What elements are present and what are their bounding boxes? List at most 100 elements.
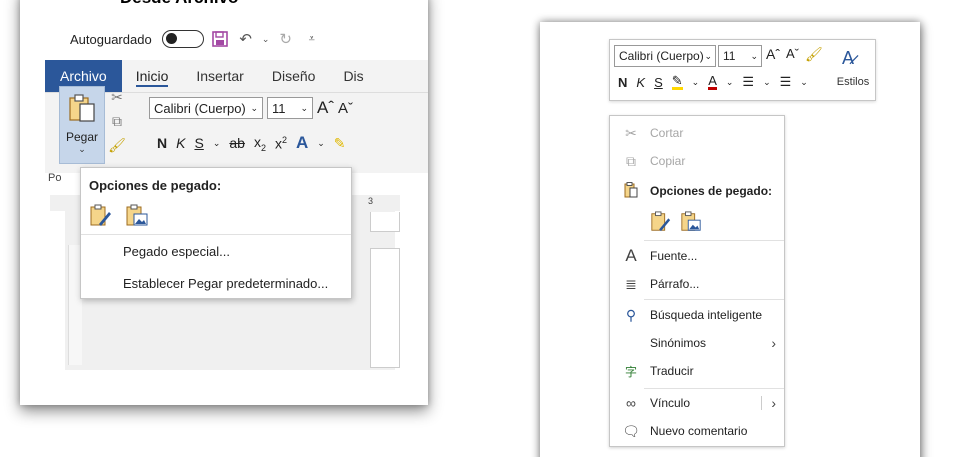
superscript-icon[interactable]: x2 xyxy=(275,135,287,152)
menu-separator xyxy=(644,240,784,241)
styles-label: Estilos xyxy=(836,76,870,88)
menu-item-cortar[interactable]: ✂ Cortar xyxy=(610,120,786,146)
chevron-down-icon[interactable]: ⌄ xyxy=(726,77,734,88)
styles-button[interactable]: A̷ Estilos xyxy=(832,46,874,98)
size-tools: Aˆ Aˇ 🖌 xyxy=(766,46,823,63)
redo-icon[interactable]: ↻ xyxy=(276,29,296,49)
shrink-font-icon[interactable]: Aˇ xyxy=(338,100,353,117)
menu-item-paste-options: Opciones de pegado: xyxy=(610,178,786,204)
tab-disposicion[interactable]: Dis xyxy=(329,60,377,92)
chevron-down-icon[interactable]: ⌄ xyxy=(800,77,808,88)
set-default-paste-item[interactable]: Establecer Pegar predeterminado... xyxy=(123,276,328,291)
chevron-down-icon: ⌄ xyxy=(78,144,86,154)
chevron-down-icon[interactable]: ⌄ xyxy=(763,77,771,88)
clipboard-icon xyxy=(622,181,640,201)
menu-item-sinonimos[interactable]: Sinónimos › xyxy=(610,330,786,356)
panel-title: Desde Archivo xyxy=(120,0,238,8)
italic-icon[interactable]: K xyxy=(636,75,645,90)
font-size-select[interactable]: 11 ⌄ xyxy=(718,45,762,67)
subscript-icon[interactable]: x2 xyxy=(254,134,266,153)
tab-insertar[interactable]: Insertar xyxy=(182,60,257,92)
toggle-knob xyxy=(165,33,177,44)
grow-font-icon[interactable]: Aˆ xyxy=(766,46,780,63)
font-icon: A xyxy=(625,246,637,265)
copy-icon[interactable]: ⧉ xyxy=(107,113,127,133)
left-screenshot-panel: Desde Archivo Autoguardado ↶ ⌄ ↻ ⩡ Archi… xyxy=(20,0,428,405)
paste-label: Pegar xyxy=(65,130,99,144)
menu-item-busqueda[interactable]: ⚲ Búsqueda inteligente xyxy=(610,302,786,328)
menu-item-fuente[interactable]: A Fuente... xyxy=(610,243,786,269)
document-page[interactable] xyxy=(370,248,400,368)
chevron-down-icon: ⌄ xyxy=(300,102,308,113)
menu-separator xyxy=(81,234,351,235)
save-icon[interactable] xyxy=(210,29,230,49)
menu-item-label: Vínculo xyxy=(650,396,691,410)
font-name-select[interactable]: Calibri (Cuerpo) ⌄ xyxy=(614,45,716,67)
customize-qat-icon[interactable]: ⩡ xyxy=(302,29,322,49)
link-icon: ∞ xyxy=(626,395,636,411)
format-painter-icon[interactable]: 🖌 xyxy=(107,137,127,157)
menu-item-label: Cortar xyxy=(650,126,684,140)
bold-icon[interactable]: N xyxy=(618,75,627,90)
shrink-font-icon[interactable]: Aˇ xyxy=(786,46,799,63)
submenu-divider xyxy=(761,396,762,410)
chevron-down-icon[interactable]: ⌄ xyxy=(692,77,700,88)
font-color-icon[interactable]: A xyxy=(708,74,717,90)
format-row: N K S ⌄ ab x2 x2 A ⌄ ✎ xyxy=(157,133,346,153)
menu-separator xyxy=(644,299,784,300)
font-size-value: 11 xyxy=(272,100,286,116)
font-name-select[interactable]: Calibri (Cuerpo) ⌄ xyxy=(149,97,263,119)
chevron-down-icon[interactable]: ⌄ xyxy=(213,138,221,149)
text-effects-icon[interactable]: A xyxy=(296,133,308,153)
page-edge xyxy=(370,212,400,232)
underline-icon[interactable]: S xyxy=(654,75,663,90)
chevron-right-icon[interactable]: › xyxy=(771,395,776,411)
highlight-icon[interactable]: ✎ xyxy=(334,135,346,152)
highlight-icon[interactable]: ✎ xyxy=(671,74,683,90)
ruler-mark: 3 xyxy=(368,196,374,206)
scissors-icon: ✂ xyxy=(625,124,637,141)
menu-item-label: Opciones de pegado: xyxy=(650,184,773,198)
tab-diseno[interactable]: Diseño xyxy=(258,60,330,92)
scissors-icon[interactable]: ✂ xyxy=(107,89,127,109)
bullets-icon[interactable]: ☰ xyxy=(742,74,754,90)
font-size-select[interactable]: 11 ⌄ xyxy=(267,97,313,119)
paste-special-item[interactable]: Pegado especial... xyxy=(123,244,230,259)
picture-paste-icon[interactable] xyxy=(125,204,149,233)
grow-font-icon[interactable]: Aˆ xyxy=(317,98,334,118)
undo-icon[interactable]: ↶ xyxy=(236,29,256,49)
strikethrough-icon[interactable]: ab xyxy=(229,135,245,151)
format-row: N K S ✎ ⌄ A ⌄ ☰ ⌄ ☰ ⌄ xyxy=(618,74,808,90)
picture-paste-icon[interactable] xyxy=(680,210,702,236)
tab-inicio[interactable]: Inicio xyxy=(122,60,183,92)
paste-options-icons xyxy=(89,204,149,233)
menu-separator xyxy=(644,388,784,389)
menu-item-parrafo[interactable]: ≣ Párrafo... xyxy=(610,271,786,297)
menu-item-label: Búsqueda inteligente xyxy=(650,308,763,322)
chevron-down-icon[interactable]: ⌄ xyxy=(317,138,325,149)
menu-item-label: Sinónimos xyxy=(650,336,707,350)
undo-dropdown-icon[interactable]: ⌄ xyxy=(262,29,270,49)
keep-source-formatting-icon[interactable] xyxy=(650,210,672,236)
menu-item-comentario[interactable]: 🗨 Nuevo comentario xyxy=(610,418,786,444)
italic-icon[interactable]: K xyxy=(176,135,185,151)
chevron-down-icon: ⌄ xyxy=(250,102,258,113)
numbering-icon[interactable]: ☰ xyxy=(780,74,792,90)
ribbon-home: Pegar ⌄ ✂ ⧉ 🖌 Calibri (Cuerpo) ⌄ 11 ⌄ Aˆ A… xyxy=(45,86,428,173)
menu-item-label: Copiar xyxy=(650,154,686,168)
underline-icon[interactable]: S xyxy=(194,135,203,151)
font-row: Calibri (Cuerpo) ⌄ 11 ⌄ Aˆ Aˇ xyxy=(149,97,353,119)
chevron-down-icon: ⌄ xyxy=(704,50,712,61)
menu-item-vinculo[interactable]: ∞ Vínculo › xyxy=(610,390,786,416)
menu-item-copiar[interactable]: ⧉ Copiar xyxy=(610,148,786,174)
keep-source-formatting-icon[interactable] xyxy=(89,204,113,233)
menu-item-traducir[interactable]: 字 Traducir xyxy=(610,358,786,384)
chevron-down-icon: ⌄ xyxy=(750,50,758,61)
bold-icon[interactable]: N xyxy=(157,135,167,151)
paste-button[interactable]: Pegar ⌄ xyxy=(59,86,105,164)
format-painter-icon[interactable]: 🖌 xyxy=(805,46,823,63)
autosave-label: Autoguardado xyxy=(70,31,152,47)
paste-options-icons xyxy=(610,208,786,238)
autosave-toggle[interactable] xyxy=(161,30,204,48)
menu-item-label: Párrafo... xyxy=(650,277,700,291)
